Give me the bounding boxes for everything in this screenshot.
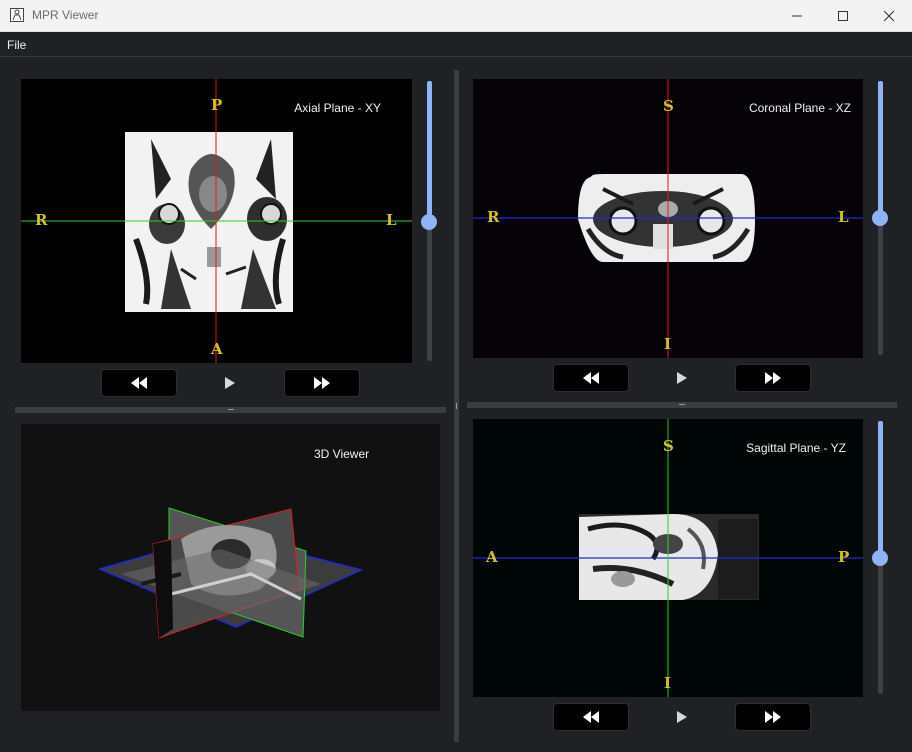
coronal-next-button[interactable]: [736, 365, 810, 391]
axial-play-button[interactable]: [220, 373, 240, 393]
sagittal-view[interactable]: S I A P Sagittal Plane - YZ: [473, 419, 863, 697]
orientation-label-top: S: [663, 437, 674, 455]
sagittal-prev-button[interactable]: [554, 704, 628, 730]
coronal-view[interactable]: S I R L Coronal Plane - XZ: [473, 79, 863, 358]
slider-fill: [878, 421, 883, 558]
maximize-icon: [838, 10, 848, 21]
view-title: Axial Plane - XY: [294, 101, 381, 115]
fast-forward-icon: [314, 377, 330, 389]
rewind-icon: [583, 372, 599, 384]
left-splitter[interactable]: [15, 407, 446, 413]
orientation-label-left: R: [35, 211, 48, 229]
view-title: Sagittal Plane - YZ: [746, 441, 846, 455]
window-title: MPR Viewer: [32, 8, 99, 22]
sagittal-next-button[interactable]: [736, 704, 810, 730]
axial-image: [21, 79, 412, 363]
rewind-icon: [131, 377, 147, 389]
maximize-button[interactable]: [820, 0, 866, 31]
play-icon: [677, 711, 687, 723]
app-icon: [10, 8, 24, 22]
minimize-icon: [792, 15, 802, 16]
orientation-label-left: A: [486, 548, 498, 566]
menu-file[interactable]: File: [7, 38, 26, 52]
sagittal-play-button[interactable]: [672, 707, 692, 727]
orientation-label-bottom: A: [211, 340, 223, 358]
orientation-label-right: P: [838, 548, 850, 566]
orientation-label-left: R: [487, 208, 500, 226]
3d-render: [97, 507, 364, 639]
slider-fill: [878, 81, 883, 219]
axial-view[interactable]: P A R L Axial Plane - XY: [21, 79, 412, 363]
menu-bar: File: [0, 32, 912, 56]
orientation-label-top: S: [663, 97, 674, 115]
orientation-label-top: P: [211, 96, 223, 114]
close-button[interactable]: [866, 0, 912, 31]
menu-divider: [0, 56, 912, 57]
orientation-label-bottom: I: [664, 335, 672, 353]
view-title: Coronal Plane - XZ: [748, 101, 851, 115]
play-icon: [677, 372, 687, 384]
splitter-grip: [456, 403, 457, 409]
coronal-slider-handle[interactable]: [872, 210, 888, 226]
3d-view[interactable]: 3D Viewer: [21, 424, 440, 711]
fast-forward-icon: [765, 372, 781, 384]
center-splitter[interactable]: [454, 70, 459, 742]
minimize-button[interactable]: [774, 0, 820, 31]
sagittal-slider-handle[interactable]: [872, 550, 888, 566]
axial-prev-button[interactable]: [102, 370, 176, 396]
play-icon: [225, 377, 235, 389]
coronal-image: [473, 79, 863, 358]
rewind-icon: [583, 711, 599, 723]
splitter-grip: [679, 404, 685, 405]
sagittal-image: [473, 419, 863, 697]
title-bar: MPR Viewer: [0, 0, 912, 32]
coronal-prev-button[interactable]: [554, 365, 628, 391]
view-title: 3D Viewer: [314, 447, 370, 461]
axial-slider-handle[interactable]: [421, 214, 437, 230]
coronal-play-button[interactable]: [672, 368, 692, 388]
splitter-grip: [228, 409, 234, 410]
right-splitter[interactable]: [467, 402, 897, 408]
close-icon: [883, 10, 895, 21]
slider-fill: [427, 81, 432, 222]
fast-forward-icon: [765, 711, 781, 723]
orientation-label-bottom: I: [664, 674, 672, 692]
orientation-label-right: L: [386, 211, 397, 229]
orientation-label-right: L: [838, 208, 849, 226]
axial-next-button[interactable]: [285, 370, 359, 396]
